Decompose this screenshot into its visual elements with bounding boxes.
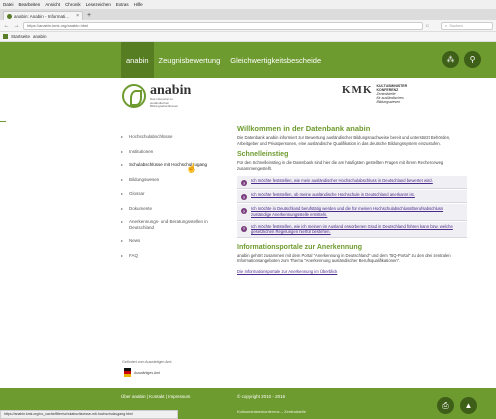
reload-icon[interactable]: C (426, 23, 438, 28)
header-icons: ⁂ ⚲ (442, 51, 481, 68)
menu-ansicht[interactable]: Ansicht (45, 2, 60, 7)
browser-tab[interactable]: anabin: Anabin - Informati... × (3, 11, 83, 20)
auswaertiges-amt-logo[interactable]: Auswärtiges Amt (124, 368, 160, 377)
menu-lesezeichen[interactable]: Lesezeichen (86, 2, 111, 7)
new-tab-icon[interactable]: + (87, 11, 91, 20)
welcome-text: Die Datenbank anabin informiert zur Bewe… (237, 135, 451, 146)
kmk-text: KULTUSMINISTER KONFERENZ Zentralstelle f… (377, 84, 408, 104)
german-flag-icon (124, 368, 131, 377)
faq-item[interactable]: ? Ich möchte feststellen, ob meine auslä… (237, 190, 467, 204)
footer-copyright: © copyright 2010 - 2016 (237, 394, 286, 399)
sidebar-item-faq[interactable]: FAQ (120, 253, 220, 259)
faq-item[interactable]: ? Ich möchte feststellen, wie mein auslä… (237, 176, 467, 190)
ministry-name: Auswärtiges Amt (134, 370, 161, 375)
bookmark-anabin[interactable]: anabin (33, 34, 47, 39)
question-icon: ? (241, 194, 247, 201)
tab-strip: anabin: Anabin - Informati... × + (0, 9, 496, 20)
bookmark-icon (3, 34, 8, 39)
anabin-logo-icon (122, 84, 146, 109)
search-placeholder: Suchen (449, 23, 463, 28)
logo-text: anabin Das Infoportal zu ausländischen B… (150, 84, 191, 109)
sidebar-item-hochschulabschluesse[interactable]: Hochschulabschlüsse (120, 134, 220, 140)
kmk-mark: KMK (342, 84, 373, 96)
status-bar-url: https://anabin.kmk.org/no_cache/filter/s… (0, 410, 178, 419)
browser-search[interactable]: ⌕ Suchen (441, 21, 493, 30)
faq-link[interactable]: Ich möchte feststellen, ob meine ausländ… (251, 192, 415, 198)
bookmarks-bar: Startseite anabin (0, 32, 496, 42)
sidebar-item-bildungswesen[interactable]: Bildungswesen (120, 177, 220, 183)
menu-chronik[interactable]: Chronik (65, 2, 81, 7)
footer-kmk: Kultusministerkonferenz – Zentralstelle (237, 409, 306, 414)
menu-datei[interactable]: Datei (3, 2, 14, 7)
menu-hilfe[interactable]: Hilfe (134, 2, 143, 7)
welcome-title: Willkommen in der Datenbank anabin (237, 124, 371, 133)
close-tab-icon[interactable]: × (76, 13, 79, 19)
browser-navbar: ← → https://anabin.kmk.org/anabin.html C… (0, 20, 496, 32)
to-top-icon[interactable]: ▲ (460, 397, 477, 414)
anabin-logo[interactable]: anabin Das Infoportal zu ausländischen B… (122, 84, 191, 109)
portals-title: Informationsportale zur Anerkennung (237, 243, 362, 251)
funded-by-text: Gefördert vom Auswärtigen Amt (122, 360, 172, 364)
mouse-cursor-icon: ☝ (186, 163, 198, 173)
divider (0, 121, 6, 122)
sidebar: Hochschulabschlüsse Institutionen Schula… (120, 128, 220, 258)
faq-item[interactable]: ? Ich möchte feststellen, wie ich meinen… (237, 221, 467, 238)
faq-item[interactable]: ? Ich möchte in Deutschland berufstätig … (237, 204, 467, 221)
sitemap-icon[interactable]: ⁂ (442, 51, 459, 68)
bookmark-startseite[interactable]: Startseite (11, 34, 30, 39)
tab-title: anabin: Anabin - Informati... (14, 13, 70, 19)
question-icon: ? (241, 180, 247, 187)
faq-link[interactable]: Ich möchte in Deutschland berufstätig we… (251, 206, 463, 217)
quick-text: Für den Schnelleinstieg in die Datenbank… (237, 160, 444, 171)
sidebar-item-anerkennungsstellen[interactable]: Anerkennungs- und Beratungsstellen in De… (120, 219, 215, 230)
kmk-logo[interactable]: KMK KULTUSMINISTER KONFERENZ Zentralstel… (342, 84, 407, 104)
url-bar[interactable]: https://anabin.kmk.org/anabin.html (23, 21, 423, 30)
footer-links[interactable]: Über anabin | Kontakt | Impressum (121, 394, 190, 399)
menu-bearbeiten[interactable]: Bearbeiten (19, 2, 41, 7)
quick-title: Schnelleinstieg (237, 151, 289, 159)
faq-link[interactable]: Ich möchte feststellen, wie ich meinen i… (251, 224, 463, 235)
sidebar-item-glossar[interactable]: Glossar (120, 191, 220, 197)
faq-link[interactable]: Ich möchte feststellen, wie mein ausländ… (251, 178, 433, 184)
url-text: https://anabin.kmk.org/anabin.html (27, 23, 89, 28)
sidebar-item-dokumente[interactable]: Dokumente (120, 206, 220, 212)
nav-gleichwertigkeitsbescheide[interactable]: Gleichwertigkeitsbescheide (225, 42, 326, 78)
footer-icons: ⎙ ▲ (437, 397, 477, 414)
question-icon: ? (241, 208, 247, 215)
main-content: Willkommen in der Datenbank anabin Die D… (237, 124, 467, 274)
search-icon[interactable]: ⚲ (464, 51, 481, 68)
kmk-line5: Bildungswesen (376, 100, 401, 104)
sidebar-item-schulabschluesse[interactable]: Schulabschlüsse mit Hochschulzugang (120, 162, 220, 168)
logo-name: anabin (150, 83, 192, 98)
main-nav: anabin Zeugnisbewertung Gleichwertigkeit… (121, 42, 326, 78)
sidebar-item-institutionen[interactable]: Institutionen (120, 149, 220, 155)
print-icon[interactable]: ⎙ (437, 397, 454, 414)
sidebar-item-news[interactable]: News (120, 238, 220, 244)
back-icon[interactable]: ← (3, 23, 10, 29)
question-icon: ? (241, 225, 247, 232)
forward-icon[interactable]: → (13, 23, 20, 29)
portals-text: anabin gehört zusammen mit dem Portal "A… (237, 252, 451, 264)
browser-menubar: Datei Bearbeiten Ansicht Chronik Lesezei… (0, 0, 496, 9)
menu-extras[interactable]: Extras (116, 2, 129, 7)
search-small-icon: ⌕ (445, 23, 448, 28)
nav-anabin[interactable]: anabin (121, 42, 154, 78)
site-header: anabin Zeugnisbewertung Gleichwertigkeit… (0, 42, 496, 78)
favicon-icon (7, 13, 12, 19)
nav-zeugnisbewertung[interactable]: Zeugnisbewertung (154, 42, 226, 78)
portals-link[interactable]: Die Informationsportale zur Anerkennung … (237, 269, 467, 274)
logo-subtitle: Das Infoportal zu ausländischen Bildungs… (150, 97, 179, 108)
